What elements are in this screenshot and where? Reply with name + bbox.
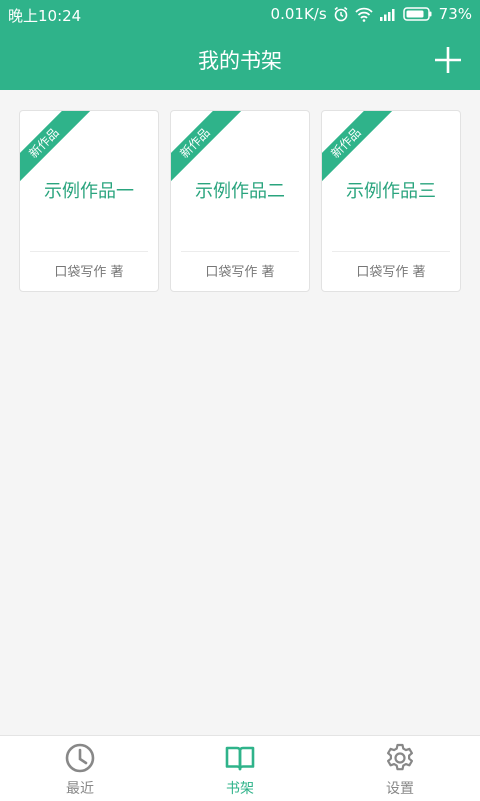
book-title: 示例作品二 [195, 181, 285, 202]
app-bar: 我的书架 [0, 28, 480, 90]
card-divider [181, 251, 299, 252]
bottom-navigation: 最近 书架 设置 [0, 735, 480, 801]
battery-icon [402, 7, 433, 21]
clock-icon [65, 743, 95, 773]
book-card[interactable]: 新作品 示例作品三 口袋写作 著 [321, 110, 461, 292]
card-divider [30, 251, 148, 252]
alarm-icon [333, 6, 349, 22]
battery-percent: 73% [438, 5, 472, 23]
network-speed: 0.01K/s [270, 5, 327, 23]
signal-icon [379, 7, 397, 21]
add-book-button[interactable] [432, 44, 464, 76]
nav-label-settings: 设置 [386, 781, 414, 797]
status-bar: 晚上10:24 0.01K/s 73% [0, 0, 480, 28]
book-card[interactable]: 新作品 示例作品二 口袋写作 著 [170, 110, 310, 292]
nav-bookshelf[interactable]: 书架 [160, 736, 320, 801]
plus-icon [435, 47, 461, 73]
page-title: 我的书架 [198, 49, 282, 73]
status-time: 晚上10:24 [8, 7, 82, 25]
nav-label-bookshelf: 书架 [226, 781, 254, 797]
nav-recent[interactable]: 最近 [0, 736, 160, 801]
book-title: 示例作品一 [44, 181, 134, 202]
book-card[interactable]: 新作品 示例作品一 口袋写作 著 [19, 110, 159, 292]
wifi-icon [355, 7, 373, 22]
gear-icon [387, 743, 413, 771]
status-right: 0.01K/s 73% [271, 5, 472, 23]
book-author: 口袋写作 著 [356, 265, 426, 280]
book-author: 口袋写作 著 [54, 265, 124, 280]
book-author: 口袋写作 著 [205, 265, 275, 280]
book-icon [225, 746, 255, 771]
nav-settings[interactable]: 设置 [320, 736, 480, 801]
nav-label-recent: 最近 [66, 781, 94, 797]
card-divider [332, 251, 450, 252]
bookshelf: 新作品 示例作品一 口袋写作 著 新作品 示例作品二 口袋写作 著 新作品 示例… [0, 90, 480, 735]
book-title: 示例作品三 [346, 181, 436, 202]
